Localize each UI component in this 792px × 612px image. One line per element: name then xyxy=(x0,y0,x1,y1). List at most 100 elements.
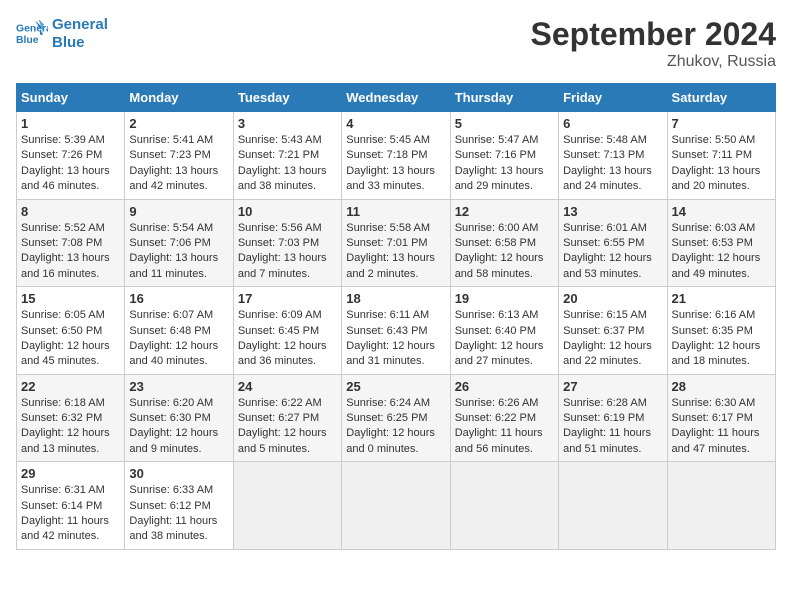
day-info: Sunrise: 5:45 AM Sunset: 7:18 PM Dayligh… xyxy=(346,133,445,195)
daylight-label: Daylight: 11 hours and 38 minutes. xyxy=(129,515,217,542)
sunrise-label: Sunrise: 5:56 AM xyxy=(238,222,322,234)
sunrise-label: Sunrise: 5:43 AM xyxy=(238,134,322,146)
sunrise-label: Sunrise: 6:18 AM xyxy=(21,397,105,409)
day-info: Sunrise: 6:03 AM Sunset: 6:53 PM Dayligh… xyxy=(672,221,771,283)
day-info: Sunrise: 5:50 AM Sunset: 7:11 PM Dayligh… xyxy=(672,133,771,195)
calendar-week-1: 1 Sunrise: 5:39 AM Sunset: 7:26 PM Dayli… xyxy=(17,112,776,200)
daylight-label: Daylight: 12 hours and 45 minutes. xyxy=(21,340,110,367)
calendar-cell: 9 Sunrise: 5:54 AM Sunset: 7:06 PM Dayli… xyxy=(125,199,233,287)
day-info: Sunrise: 6:31 AM Sunset: 6:14 PM Dayligh… xyxy=(21,483,120,545)
calendar-cell: 1 Sunrise: 5:39 AM Sunset: 7:26 PM Dayli… xyxy=(17,112,125,200)
calendar-cell xyxy=(667,462,775,550)
daylight-label: Daylight: 12 hours and 36 minutes. xyxy=(238,340,327,367)
daylight-label: Daylight: 12 hours and 31 minutes. xyxy=(346,340,435,367)
calendar-table: Sunday Monday Tuesday Wednesday Thursday… xyxy=(16,83,776,550)
daylight-label: Daylight: 12 hours and 5 minutes. xyxy=(238,427,327,454)
daylight-label: Daylight: 12 hours and 9 minutes. xyxy=(129,427,218,454)
calendar-cell: 28 Sunrise: 6:30 AM Sunset: 6:17 PM Dayl… xyxy=(667,374,775,462)
page-header: General Blue General Blue September 2024… xyxy=(16,16,776,71)
day-info: Sunrise: 5:54 AM Sunset: 7:06 PM Dayligh… xyxy=(129,221,228,283)
sunset-label: Sunset: 7:23 PM xyxy=(129,149,210,161)
calendar-cell: 22 Sunrise: 6:18 AM Sunset: 6:32 PM Dayl… xyxy=(17,374,125,462)
calendar-week-3: 15 Sunrise: 6:05 AM Sunset: 6:50 PM Dayl… xyxy=(17,287,776,375)
day-info: Sunrise: 5:47 AM Sunset: 7:16 PM Dayligh… xyxy=(455,133,554,195)
calendar-cell: 26 Sunrise: 6:26 AM Sunset: 6:22 PM Dayl… xyxy=(450,374,558,462)
day-info: Sunrise: 5:56 AM Sunset: 7:03 PM Dayligh… xyxy=(238,221,337,283)
daylight-label: Daylight: 11 hours and 51 minutes. xyxy=(563,427,651,454)
calendar-cell: 5 Sunrise: 5:47 AM Sunset: 7:16 PM Dayli… xyxy=(450,112,558,200)
calendar-cell: 21 Sunrise: 6:16 AM Sunset: 6:35 PM Dayl… xyxy=(667,287,775,375)
daylight-label: Daylight: 12 hours and 40 minutes. xyxy=(129,340,218,367)
calendar-cell: 19 Sunrise: 6:13 AM Sunset: 6:40 PM Dayl… xyxy=(450,287,558,375)
day-number: 3 xyxy=(238,116,337,131)
sunrise-label: Sunrise: 6:33 AM xyxy=(129,484,213,496)
sunset-label: Sunset: 6:37 PM xyxy=(563,325,644,337)
calendar-cell: 24 Sunrise: 6:22 AM Sunset: 6:27 PM Dayl… xyxy=(233,374,341,462)
day-number: 8 xyxy=(21,204,120,219)
sunrise-label: Sunrise: 5:50 AM xyxy=(672,134,756,146)
calendar-cell: 4 Sunrise: 5:45 AM Sunset: 7:18 PM Dayli… xyxy=(342,112,450,200)
sunset-label: Sunset: 6:55 PM xyxy=(563,237,644,249)
sunrise-label: Sunrise: 5:47 AM xyxy=(455,134,539,146)
header-friday: Friday xyxy=(559,84,667,112)
sunset-label: Sunset: 7:11 PM xyxy=(672,149,753,161)
day-info: Sunrise: 6:11 AM Sunset: 6:43 PM Dayligh… xyxy=(346,308,445,370)
sunrise-label: Sunrise: 6:07 AM xyxy=(129,309,213,321)
header-saturday: Saturday xyxy=(667,84,775,112)
day-number: 22 xyxy=(21,379,120,394)
calendar-week-5: 29 Sunrise: 6:31 AM Sunset: 6:14 PM Dayl… xyxy=(17,462,776,550)
day-info: Sunrise: 6:16 AM Sunset: 6:35 PM Dayligh… xyxy=(672,308,771,370)
header-wednesday: Wednesday xyxy=(342,84,450,112)
day-info: Sunrise: 5:52 AM Sunset: 7:08 PM Dayligh… xyxy=(21,221,120,283)
day-number: 27 xyxy=(563,379,662,394)
day-number: 17 xyxy=(238,291,337,306)
sunrise-label: Sunrise: 6:24 AM xyxy=(346,397,430,409)
sunrise-label: Sunrise: 5:58 AM xyxy=(346,222,430,234)
sunrise-label: Sunrise: 6:28 AM xyxy=(563,397,647,409)
sunset-label: Sunset: 7:03 PM xyxy=(238,237,319,249)
day-number: 30 xyxy=(129,466,228,481)
day-number: 1 xyxy=(21,116,120,131)
header-sunday: Sunday xyxy=(17,84,125,112)
day-info: Sunrise: 6:09 AM Sunset: 6:45 PM Dayligh… xyxy=(238,308,337,370)
sunset-label: Sunset: 6:32 PM xyxy=(21,412,102,424)
sunrise-label: Sunrise: 6:16 AM xyxy=(672,309,756,321)
sunrise-label: Sunrise: 6:11 AM xyxy=(346,309,429,321)
sunset-label: Sunset: 6:30 PM xyxy=(129,412,210,424)
sunrise-label: Sunrise: 5:52 AM xyxy=(21,222,105,234)
sunset-label: Sunset: 6:53 PM xyxy=(672,237,753,249)
logo-text-general: General xyxy=(52,16,108,34)
day-info: Sunrise: 6:13 AM Sunset: 6:40 PM Dayligh… xyxy=(455,308,554,370)
day-number: 28 xyxy=(672,379,771,394)
day-info: Sunrise: 6:18 AM Sunset: 6:32 PM Dayligh… xyxy=(21,396,120,458)
sunrise-label: Sunrise: 5:54 AM xyxy=(129,222,213,234)
daylight-label: Daylight: 12 hours and 22 minutes. xyxy=(563,340,652,367)
day-info: Sunrise: 6:33 AM Sunset: 6:12 PM Dayligh… xyxy=(129,483,228,545)
day-info: Sunrise: 6:26 AM Sunset: 6:22 PM Dayligh… xyxy=(455,396,554,458)
header-tuesday: Tuesday xyxy=(233,84,341,112)
day-info: Sunrise: 6:28 AM Sunset: 6:19 PM Dayligh… xyxy=(563,396,662,458)
day-info: Sunrise: 6:00 AM Sunset: 6:58 PM Dayligh… xyxy=(455,221,554,283)
sunrise-label: Sunrise: 5:45 AM xyxy=(346,134,430,146)
calendar-cell: 11 Sunrise: 5:58 AM Sunset: 7:01 PM Dayl… xyxy=(342,199,450,287)
sunrise-label: Sunrise: 6:05 AM xyxy=(21,309,105,321)
sunset-label: Sunset: 7:06 PM xyxy=(129,237,210,249)
calendar-cell: 15 Sunrise: 6:05 AM Sunset: 6:50 PM Dayl… xyxy=(17,287,125,375)
sunset-label: Sunset: 7:26 PM xyxy=(21,149,102,161)
sunrise-label: Sunrise: 6:13 AM xyxy=(455,309,539,321)
logo-icon: General Blue xyxy=(16,20,48,48)
daylight-label: Daylight: 11 hours and 56 minutes. xyxy=(455,427,543,454)
sunrise-label: Sunrise: 6:26 AM xyxy=(455,397,539,409)
calendar-cell: 2 Sunrise: 5:41 AM Sunset: 7:23 PM Dayli… xyxy=(125,112,233,200)
calendar-cell: 29 Sunrise: 6:31 AM Sunset: 6:14 PM Dayl… xyxy=(17,462,125,550)
logo-text-blue: Blue xyxy=(52,34,108,52)
daylight-label: Daylight: 12 hours and 53 minutes. xyxy=(563,252,652,279)
sunrise-label: Sunrise: 6:15 AM xyxy=(563,309,647,321)
sunset-label: Sunset: 6:58 PM xyxy=(455,237,536,249)
day-number: 5 xyxy=(455,116,554,131)
sunset-label: Sunset: 6:40 PM xyxy=(455,325,536,337)
calendar-cell xyxy=(233,462,341,550)
sunset-label: Sunset: 6:50 PM xyxy=(21,325,102,337)
sunrise-label: Sunrise: 5:48 AM xyxy=(563,134,647,146)
sunset-label: Sunset: 6:27 PM xyxy=(238,412,319,424)
